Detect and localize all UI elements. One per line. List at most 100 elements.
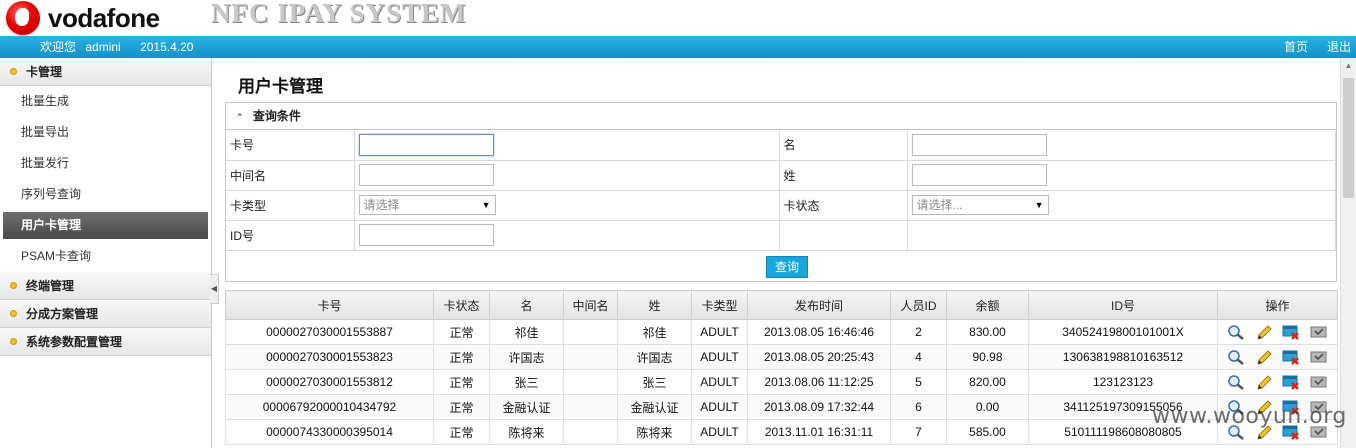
table-header-row: 卡号 卡状态 名 中间名 姓 卡类型 发布时间 人员ID 余额 ID号 操作	[225, 290, 1338, 320]
sidebar-item-user-card-management[interactable]: 用户卡管理	[3, 212, 208, 239]
table-cell: 正常	[433, 344, 490, 370]
surname-input[interactable]	[911, 164, 1047, 186]
edit-icon[interactable]	[1255, 324, 1273, 340]
search-button[interactable]: 查询	[766, 255, 808, 278]
surname-label: 姓	[779, 160, 908, 191]
edit-icon[interactable]	[1255, 349, 1273, 365]
name-label: 名	[779, 130, 908, 161]
column-header[interactable]: 卡状态	[433, 290, 490, 320]
logout-link[interactable]: 退出	[1327, 36, 1351, 58]
table-cell: 830.00	[946, 319, 1029, 345]
card-status-select[interactable]: 请选择... ▼	[911, 195, 1049, 215]
more-icon[interactable]	[1310, 374, 1328, 390]
scroll-up-icon[interactable]: ▲	[1341, 58, 1356, 74]
table-cell: 2013.11.01 16:31:11	[747, 419, 891, 445]
column-header[interactable]: 余额	[946, 290, 1029, 320]
table-cell	[563, 319, 618, 345]
brand-name: vodafone	[48, 2, 160, 33]
column-header[interactable]: 中间名	[563, 290, 618, 320]
table-cell: 许国志	[617, 344, 692, 370]
header: vodafone NFC IPAY SYSTEM	[0, 0, 1356, 36]
table-cell: 张三	[489, 369, 564, 395]
query-panel: ⌃ 查询条件 卡号 名 中间名 姓 卡类型 请选择 ▼ 卡状态 请选择... ▼…	[225, 102, 1337, 282]
middle-name-input[interactable]	[358, 164, 494, 186]
column-header[interactable]: 名	[489, 290, 564, 320]
scrollbar-thumb[interactable]	[1343, 78, 1354, 198]
sidebar-item-batch-issue[interactable]: 批量发行	[0, 148, 211, 179]
table-cell: 金融认证	[489, 394, 564, 420]
table-cell: 正常	[433, 369, 490, 395]
table-row[interactable]: 0000027030001553887 正常 祁佳 祁佳 ADULT 2013.08.05…	[225, 319, 1338, 345]
card-status-label: 卡状态	[779, 190, 908, 221]
sidebar-item-serial-query[interactable]: 序列号查询	[0, 179, 211, 210]
more-icon[interactable]	[1310, 324, 1328, 340]
empty-cell	[907, 220, 1336, 251]
column-header[interactable]: 发布时间	[747, 290, 891, 320]
view-icon[interactable]	[1227, 374, 1245, 390]
delete-icon[interactable]	[1282, 324, 1300, 340]
vertical-scrollbar[interactable]: ▲	[1340, 58, 1356, 448]
table-cell: 6	[890, 394, 947, 420]
empty-cell	[779, 220, 908, 251]
current-date: 2015.4.20	[140, 40, 194, 54]
sidebar-item-psam-query[interactable]: PSAM卡查询	[0, 241, 211, 272]
home-link[interactable]: 首页	[1284, 36, 1308, 58]
table-cell	[563, 394, 618, 420]
welcome-label: 欢迎您	[40, 40, 77, 54]
name-input[interactable]	[911, 133, 1047, 156]
table-cell: 正常	[433, 419, 490, 445]
table-cell: 5	[890, 369, 947, 395]
row-actions	[1217, 369, 1338, 395]
id-no-input[interactable]	[358, 224, 494, 246]
table-cell: 0000074330000395014	[225, 419, 434, 445]
sidebar: 卡管理 批量生成 批量导出 批量发行 序列号查询 用户卡管理 PSAM卡查询 终…	[0, 58, 212, 448]
column-header[interactable]: 卡类型	[691, 290, 748, 320]
table-cell: 90.98	[946, 344, 1029, 370]
card-no-label: 卡号	[226, 130, 355, 161]
table-cell: 2013.08.09 17:32:44	[747, 394, 891, 420]
dropdown-arrow-icon: ▼	[1034, 200, 1044, 210]
column-header[interactable]: 姓	[617, 290, 692, 320]
card-type-select[interactable]: 请选择 ▼	[358, 195, 496, 215]
table-cell	[563, 344, 618, 370]
sidebar-item-batch-generate[interactable]: 批量生成	[0, 86, 211, 117]
vodafone-logo-icon	[6, 1, 40, 35]
id-no-label: ID号	[226, 220, 355, 251]
table-cell: ADULT	[691, 319, 748, 345]
table-row[interactable]: 0000027030001553812 正常 张三 张三 ADULT 2013.08.06…	[225, 369, 1338, 395]
table-cell: 2013.08.05 16:46:46	[747, 319, 891, 345]
table-cell: 正常	[433, 319, 490, 345]
column-header[interactable]: 卡号	[225, 290, 434, 320]
table-cell	[563, 369, 618, 395]
sidebar-group-revenue-share[interactable]: 分成方案管理	[0, 300, 211, 328]
table-row[interactable]: 0000027030001553823 正常 许国志 许国志 ADULT 2013.08.…	[225, 344, 1338, 370]
top-bar: 欢迎您 admini 2015.4.20 首页 退出	[0, 36, 1356, 58]
sidebar-group-terminal-management[interactable]: 终端管理	[0, 272, 211, 300]
sidebar-item-batch-export[interactable]: 批量导出	[0, 117, 211, 148]
table-cell: 正常	[433, 394, 490, 420]
column-header[interactable]: 人员ID	[890, 290, 947, 320]
column-header[interactable]: ID号	[1028, 290, 1218, 320]
welcome-text: 欢迎您 admini 2015.4.20	[40, 36, 193, 58]
more-icon[interactable]	[1310, 349, 1328, 365]
query-panel-header[interactable]: ⌃ 查询条件	[226, 103, 1336, 130]
table-cell: 祁佳	[489, 319, 564, 345]
bullet-icon	[10, 282, 17, 289]
sidebar-group-system-config[interactable]: 系统参数配置管理	[0, 328, 211, 356]
edit-icon[interactable]	[1255, 374, 1273, 390]
collapse-sidebar-icon[interactable]: ◀	[210, 274, 219, 304]
card-no-input[interactable]	[358, 133, 494, 156]
table-cell: ADULT	[691, 344, 748, 370]
table-cell: 陈将来	[489, 419, 564, 445]
dropdown-arrow-icon: ▼	[481, 200, 491, 210]
sidebar-group-card-management[interactable]: 卡管理	[0, 58, 211, 86]
delete-icon[interactable]	[1282, 374, 1300, 390]
page-title: 用户卡管理	[238, 77, 323, 96]
view-icon[interactable]	[1227, 349, 1245, 365]
watermark: www.wooyun.org	[1152, 404, 1347, 429]
middle-name-label: 中间名	[226, 160, 355, 191]
table-cell: 2013.08.06 11:12:25	[747, 369, 891, 395]
delete-icon[interactable]	[1282, 349, 1300, 365]
view-icon[interactable]	[1227, 324, 1245, 340]
sidebar-group-label: 卡管理	[26, 65, 63, 79]
